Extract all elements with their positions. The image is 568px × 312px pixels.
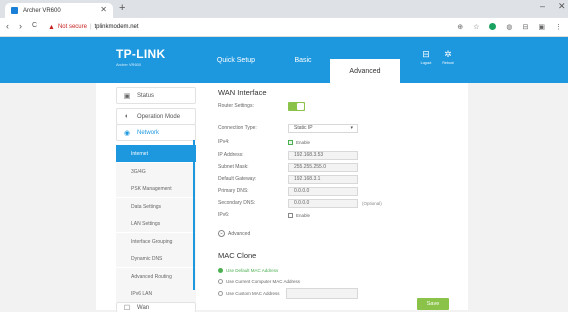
- computer-mac-radio[interactable]: [218, 278, 223, 284]
- expand-icon: ⌄: [218, 230, 225, 237]
- secondary-dns-label: Secondary DNS:: [218, 200, 256, 206]
- subnet-mask-field[interactable]: 255.255.255.0: [288, 162, 358, 172]
- sidebar-item-label: Operation Mode: [137, 113, 181, 120]
- primary-dns-field[interactable]: 0.0.0.0: [288, 186, 358, 196]
- sidebar-subitem-psk-management[interactable]: PSK Management: [116, 180, 196, 197]
- sidebar-subitem-internet[interactable]: Internet: [116, 145, 196, 162]
- address-bar: ‹ › C ▲ Not secure | tplinkmodem.net ⊕ ☆…: [0, 18, 568, 37]
- save-button[interactable]: Save: [417, 298, 449, 310]
- connection-type-label: Connection Type:: [218, 125, 257, 131]
- tab-advanced[interactable]: Advanced: [330, 59, 400, 83]
- tab-quick-setup[interactable]: Quick Setup: [216, 37, 256, 83]
- network-icon: ◉: [123, 129, 131, 137]
- warning-icon: ▲: [48, 23, 55, 31]
- profile-icon[interactable]: ◍: [506, 23, 512, 31]
- ip-address-field[interactable]: 192.168.3.53: [288, 150, 358, 160]
- window-close-button[interactable]: ✕: [558, 1, 566, 12]
- logout-label: Logout: [420, 61, 432, 65]
- reboot-label: Reboot: [442, 61, 454, 65]
- dropdown-arrow-icon: ▾: [350, 125, 353, 131]
- subnet-mask-label: Subnet Mask:: [218, 164, 249, 170]
- sidebar-subitem-lan-settings[interactable]: LAN Settings: [116, 215, 196, 232]
- wan-interface-title: WAN Interface: [218, 88, 267, 97]
- new-tab-button[interactable]: +: [119, 2, 125, 14]
- forward-button[interactable]: ›: [19, 21, 22, 31]
- logout-button[interactable]: ⊟ Logout: [416, 49, 436, 65]
- custom-mac-field[interactable]: [285, 287, 358, 299]
- extension-icon[interactable]: [489, 23, 497, 30]
- reboot-button[interactable]: ✲ Reboot: [438, 49, 458, 65]
- tab-basic[interactable]: Basic: [288, 37, 318, 83]
- advanced-toggle[interactable]: ⌄ Advanced: [218, 230, 250, 237]
- sidebar-subitem-ipv6-lan[interactable]: IPv6 LAN: [116, 285, 196, 302]
- minimize-button[interactable]: –: [540, 1, 545, 11]
- reload-button[interactable]: C: [32, 22, 37, 29]
- logout-icon: ⊟: [422, 49, 430, 59]
- sidebar-subitem-dynamic-dns[interactable]: Dynamic DNS: [116, 250, 196, 267]
- computer-mac-label: Use Current Computer MAC Address: [226, 278, 301, 284]
- ipv6-enable-checkbox[interactable]: [288, 212, 293, 218]
- operation-mode-icon: ◐: [124, 113, 130, 120]
- sidebar-item-network[interactable]: ◉ Network: [116, 124, 196, 141]
- tp-link-favicon-icon: [11, 7, 18, 14]
- ipv4-label: IPv4:: [218, 139, 230, 145]
- advanced-label: Advanced: [228, 230, 251, 237]
- sidebar-subitem-3g4g[interactable]: 3G/4G: [116, 163, 196, 180]
- tab-title: Archer VR600: [23, 7, 61, 14]
- not-secure-label[interactable]: Not secure: [58, 24, 87, 30]
- router-settings-toggle[interactable]: [288, 101, 305, 111]
- wan-icon: ☐: [123, 304, 131, 312]
- ipv4-enable-label: Enable: [296, 139, 311, 145]
- secondary-dns-field[interactable]: 0.0.0.0: [288, 198, 358, 208]
- sidebar-subitem-data-settings[interactable]: Data Settings: [116, 198, 196, 215]
- sidebar: ▣ Status ◐ Operation Mode ◉ Network Inte…: [110, 83, 196, 312]
- ip-address-label: IP Address:: [218, 152, 244, 158]
- main-content: WAN Interface Router Settings: Connectio…: [205, 83, 468, 310]
- connection-type-value: Static IP: [294, 125, 313, 131]
- sidebar-subitem-advanced-routing[interactable]: Advanced Routing: [116, 268, 196, 285]
- default-gateway-field[interactable]: 192.168.3.1: [288, 174, 358, 184]
- custom-mac-label: Use Custom MAC Address: [226, 290, 280, 296]
- optional-hint: (Optional): [362, 200, 382, 206]
- model-name: Archer VR600: [116, 62, 142, 67]
- primary-dns-label: Primary DNS:: [218, 188, 249, 194]
- router-settings-label: Router Settings:: [218, 103, 254, 109]
- extensions-puzzle-icon[interactable]: ⊟: [523, 23, 529, 31]
- status-icon: ▣: [123, 92, 131, 100]
- divider: |: [89, 24, 92, 30]
- custom-mac-radio[interactable]: [218, 290, 223, 296]
- zoom-icon[interactable]: ⊕: [457, 23, 463, 31]
- sidebar-item-label: Network: [137, 129, 160, 136]
- cast-icon[interactable]: ▣: [538, 23, 545, 31]
- sidebar-item-operation-mode[interactable]: ◐ Operation Mode: [116, 108, 196, 125]
- sidebar-subitem-interface-grouping[interactable]: Interface Grouping: [116, 233, 196, 250]
- default-gateway-label: Default Gateway:: [218, 176, 257, 182]
- sidebar-item-label: Status: [137, 92, 155, 99]
- sidebar-item-wan[interactable]: ☐ Wan: [116, 302, 196, 312]
- sidebar-scrollbar[interactable]: [193, 140, 195, 290]
- reboot-icon: ✲: [444, 49, 452, 59]
- ipv6-label: IPv6:: [218, 212, 230, 218]
- toolbar-icons: ⊕ ☆ ◍ ⊟ ▣ ⋮: [457, 23, 562, 31]
- back-button[interactable]: ‹: [6, 21, 9, 31]
- browser-tab[interactable]: Archer VR600 ✕: [5, 3, 113, 18]
- browser-tab-bar: Archer VR600 ✕ + – ✕: [0, 0, 568, 18]
- bookmark-star-icon[interactable]: ☆: [473, 23, 479, 31]
- connection-type-select[interactable]: Static IP ▾: [288, 123, 358, 133]
- router-header: TP-LINK Archer VR600 Quick Setup Basic A…: [0, 37, 568, 83]
- ipv4-enable-checkbox[interactable]: [288, 139, 293, 145]
- brand-logo: TP-LINK: [116, 47, 166, 61]
- mac-clone-title: MAC Clone: [218, 251, 257, 260]
- url-text: tplinkmodem.net: [94, 24, 139, 30]
- ipv6-enable-label: Enable: [296, 212, 311, 218]
- sidebar-item-status[interactable]: ▣ Status: [116, 87, 196, 104]
- tab-close-icon[interactable]: ✕: [100, 5, 107, 14]
- default-mac-label: Use Default MAC Address: [226, 267, 279, 273]
- default-mac-radio[interactable]: [218, 267, 223, 273]
- menu-icon[interactable]: ⋮: [555, 23, 562, 31]
